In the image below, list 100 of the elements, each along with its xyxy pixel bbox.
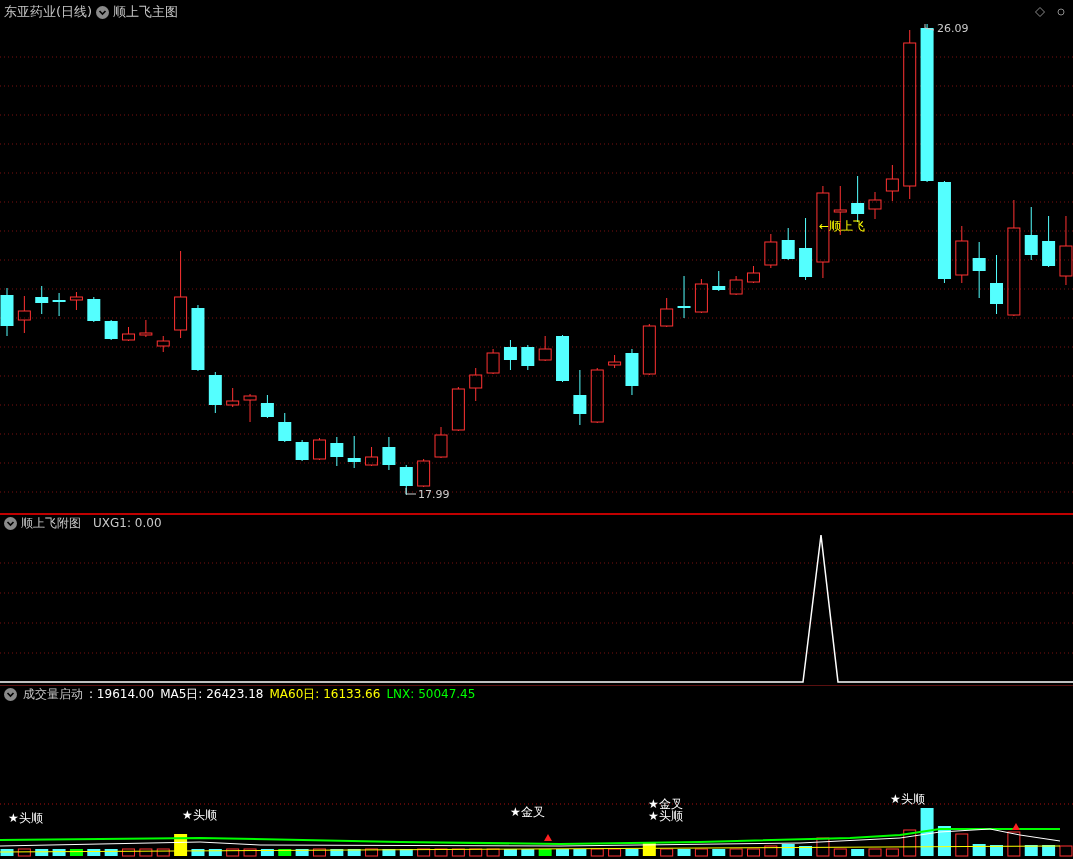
candlestick (156, 335, 170, 353)
candlestick (382, 436, 396, 471)
volume-bar (573, 849, 587, 856)
volume-bar (278, 849, 292, 856)
candlestick (434, 426, 448, 459)
leader-line (924, 24, 935, 31)
signal-label: ★金叉 (510, 806, 545, 818)
volume-bar (816, 837, 830, 857)
candlestick (278, 412, 292, 443)
candlestick (0, 287, 14, 337)
chevron-down-icon[interactable] (4, 516, 17, 530)
volume-bar (660, 848, 674, 857)
candlestick (625, 348, 639, 396)
candlestick (521, 344, 535, 371)
candlestick (1059, 215, 1073, 286)
dot-icon[interactable] (1057, 8, 1065, 16)
candlestick (69, 291, 83, 311)
volume-bar (87, 849, 101, 856)
volume-bar (1042, 845, 1056, 856)
triangle-marker-icon (1012, 823, 1020, 830)
volume-bar (625, 849, 639, 856)
candlestick (208, 371, 222, 414)
candlestick (35, 285, 49, 315)
candlestick (1042, 215, 1056, 268)
candlestick (330, 436, 344, 467)
candlestick (764, 233, 778, 269)
candlestick (451, 386, 465, 432)
candlestick (313, 437, 326, 461)
candlestick (503, 339, 517, 371)
volume-bar (52, 849, 66, 856)
volume-bar (608, 848, 622, 857)
indicator-reading: MA5日: 26423.18 (160, 686, 264, 703)
volume-bar (434, 848, 448, 857)
volume-bar (885, 848, 899, 857)
volume-bar (260, 849, 274, 856)
volume-bar (69, 849, 83, 856)
volume-bar (712, 849, 726, 856)
high-price-label: 26.09 (937, 21, 969, 37)
candlestick (87, 296, 101, 323)
volume-bar (382, 849, 396, 856)
chevron-down-icon[interactable] (4, 687, 17, 701)
indicator-reading: MA60日: 16133.66 (269, 686, 381, 703)
candlestick (17, 295, 31, 334)
candlestick (295, 439, 309, 462)
volume-bar (990, 845, 1003, 856)
volume-bar (590, 848, 604, 857)
candlestick (868, 191, 882, 220)
candlestick (885, 164, 899, 202)
indicator-reading: : 19614.00 (89, 686, 155, 703)
low-price-label: 17.99 (418, 487, 450, 503)
volume-bar (781, 844, 795, 856)
candlestick (347, 435, 361, 469)
volume-bar (955, 833, 969, 857)
candlestick (642, 323, 656, 376)
volume-bar (833, 848, 847, 857)
candlestick (538, 335, 552, 362)
volume-bar (469, 848, 483, 857)
signal-label: ★头顺 (8, 812, 43, 824)
indicator-name: 顺上飞主图 (113, 3, 179, 22)
candlestick (417, 458, 431, 488)
candlestick (191, 304, 205, 372)
candlestick (729, 275, 743, 296)
candlestick (972, 241, 986, 299)
volume-bar (35, 849, 49, 856)
volume-bar (799, 846, 813, 856)
candlestick (469, 367, 483, 402)
volume-bar (208, 849, 222, 856)
signal-label: ★金叉 (648, 798, 683, 810)
volume-bar (243, 848, 257, 857)
candlestick (955, 225, 969, 284)
candlestick (365, 446, 379, 467)
volume-bar (226, 848, 240, 857)
indicator-reading: LNX: 50047.45 (386, 686, 476, 703)
volume-bar (764, 845, 778, 857)
stock-title: 东亚药业(日线) (4, 3, 93, 22)
candlestick (608, 354, 622, 369)
candlestick (712, 270, 726, 292)
candlestick (990, 254, 1003, 315)
volume-bar (851, 849, 865, 856)
volume-bar (729, 848, 743, 857)
volume-bar (399, 849, 413, 856)
volume-bar (747, 848, 760, 857)
signal-label: ★头顺 (182, 809, 217, 821)
candlestick (747, 265, 760, 284)
triangle-marker-icon (544, 834, 552, 841)
candlestick (660, 297, 674, 328)
candlestick (260, 394, 274, 419)
candlestick (677, 275, 691, 319)
candlestick (486, 348, 500, 375)
volume-bar (191, 849, 205, 856)
volume-bar (1059, 845, 1073, 857)
candlestick (1024, 206, 1038, 261)
volume-bar (694, 848, 708, 857)
volume-bar (868, 848, 882, 857)
chevron-down-icon[interactable] (96, 5, 110, 19)
volume-bar (903, 829, 917, 857)
volume-bar (104, 849, 118, 856)
volume-bar (365, 848, 379, 857)
candlestick (556, 334, 569, 383)
volume-bar (677, 849, 691, 856)
